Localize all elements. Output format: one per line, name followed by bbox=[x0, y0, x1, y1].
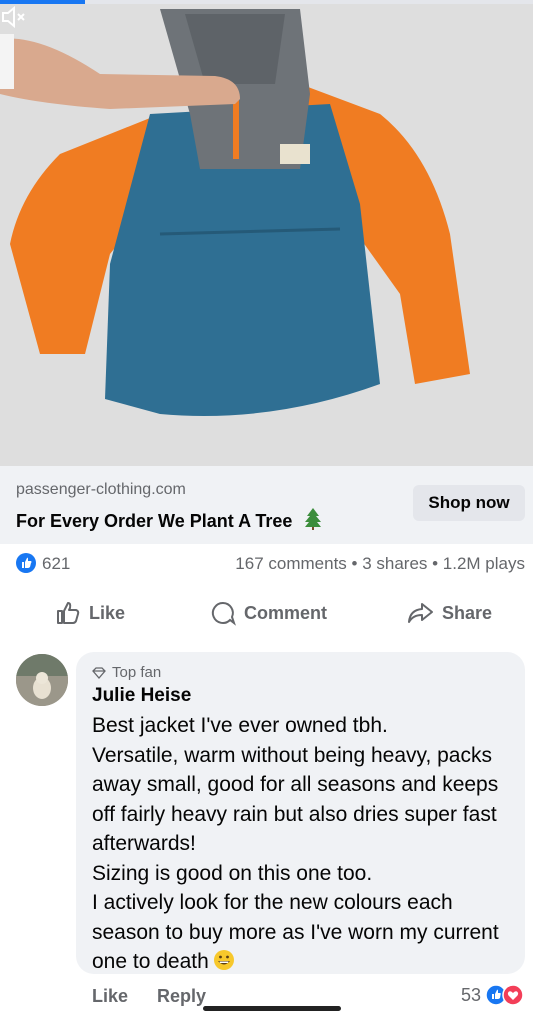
ad-cta-bar[interactable]: passenger-clothing.com For Every Order W… bbox=[0, 466, 533, 544]
comment-reply-button[interactable]: Reply bbox=[157, 986, 206, 1006]
ad-domain: passenger-clothing.com bbox=[16, 481, 186, 498]
like-label: Like bbox=[89, 602, 126, 623]
comment-text: Best jacket I've ever owned tbh. Versati… bbox=[92, 711, 520, 977]
ad-headline-text: For Every Order We Plant A Tree bbox=[16, 511, 293, 531]
like-button[interactable]: Like bbox=[55, 590, 125, 636]
grinning-emoji-icon bbox=[213, 950, 234, 970]
comment-author[interactable]: Julie Heise bbox=[92, 685, 191, 707]
share-button[interactable]: Share bbox=[406, 590, 492, 636]
jacket-image bbox=[0, 4, 533, 466]
diamond-icon bbox=[92, 666, 106, 679]
tree-icon bbox=[305, 508, 322, 530]
comment-bubble: Top fan Julie Heise Best jacket I've eve… bbox=[76, 652, 525, 974]
reaction-count[interactable]: 621 bbox=[42, 554, 70, 574]
post-actions: Like Comment Share bbox=[0, 590, 533, 636]
comment-body: Best jacket I've ever owned tbh. Versati… bbox=[92, 714, 499, 973]
share-icon bbox=[408, 603, 433, 623]
avatar[interactable] bbox=[16, 654, 68, 706]
mute-icon[interactable] bbox=[0, 4, 28, 30]
shop-now-button[interactable]: Shop now bbox=[413, 485, 525, 521]
comment-label: Comment bbox=[244, 602, 328, 623]
home-indicator[interactable] bbox=[203, 1006, 341, 1011]
top-fan-badge: Top fan bbox=[92, 664, 161, 681]
comment-like-button[interactable]: Like bbox=[92, 986, 128, 1006]
video-player[interactable] bbox=[0, 4, 533, 466]
comments-shares-plays[interactable]: 167 comments • 3 shares • 1.2M plays bbox=[235, 554, 525, 574]
like-reaction-icon[interactable] bbox=[16, 553, 36, 573]
like-love-reaction-icon bbox=[485, 984, 524, 1006]
engagement-stats: 621 167 comments • 3 shares • 1.2M plays bbox=[0, 544, 533, 584]
comment-icon bbox=[211, 601, 236, 626]
comment-button[interactable]: Comment bbox=[210, 590, 327, 636]
top-fan-label: Top fan bbox=[112, 664, 162, 681]
ad-headline: For Every Order We Plant A Tree bbox=[16, 508, 322, 532]
comment-reaction-count: 53 bbox=[460, 984, 481, 1005]
comment-actions: Like Reply bbox=[92, 986, 230, 1007]
thumbs-up-icon bbox=[57, 602, 80, 624]
comment-reactions[interactable]: 53 bbox=[461, 984, 525, 1006]
share-label: Share bbox=[442, 602, 493, 623]
